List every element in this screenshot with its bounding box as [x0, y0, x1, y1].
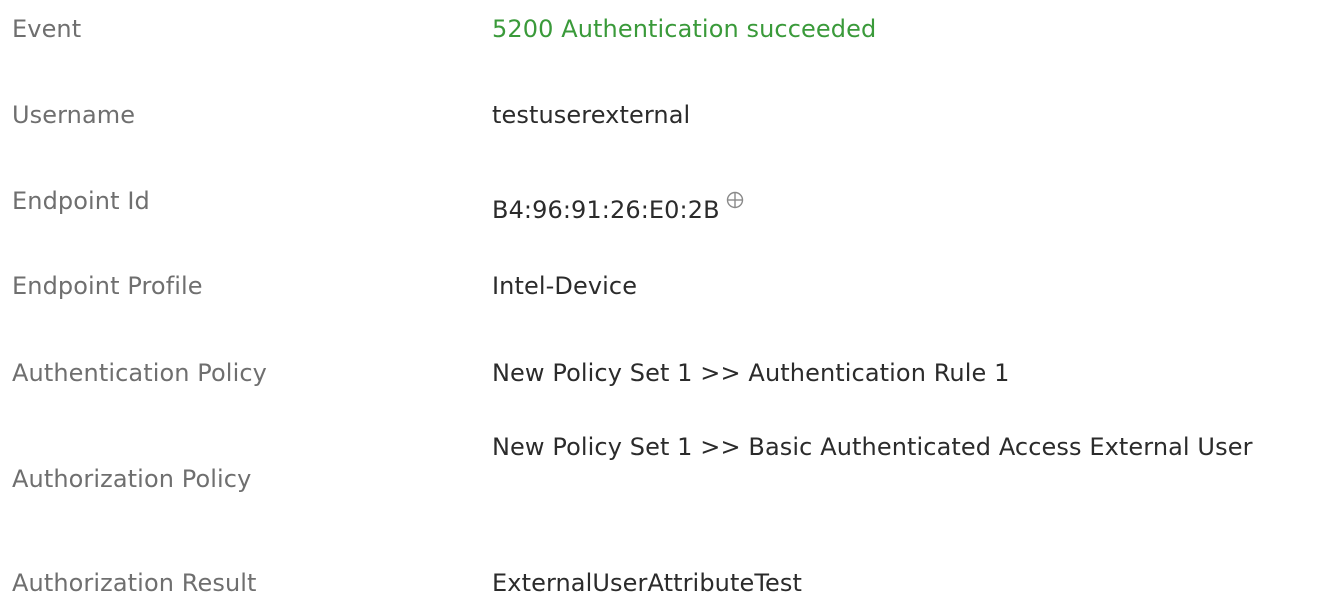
authorization-policy-label: Authorization Policy [12, 465, 252, 493]
authorization-result-label: Authorization Result [12, 569, 257, 597]
username-value: testuserexternal [492, 101, 691, 129]
authentication-policy-label: Authentication Policy [12, 359, 267, 387]
authorization-result-value: ExternalUserAttributeTest [492, 569, 803, 597]
authentication-details-panel: Event 5200 Authentication succeeded User… [0, 0, 1331, 599]
endpoint-profile-value: Intel-Device [492, 272, 638, 300]
endpoint-id-value: B4:96:91:26:E0:2B [492, 196, 720, 224]
endpoint-profile-label: Endpoint Profile [12, 272, 203, 300]
authentication-policy-value: New Policy Set 1 >> Authentication Rule … [492, 359, 1010, 387]
crosshair-icon[interactable] [726, 187, 744, 209]
event-label: Event [12, 15, 82, 43]
endpoint-id-cell: B4:96:91:26:E0:2B [492, 187, 744, 224]
username-label: Username [12, 101, 136, 129]
endpoint-id-label: Endpoint Id [12, 187, 150, 215]
authorization-policy-value: New Policy Set 1 >> Basic Authenticated … [492, 433, 1253, 461]
event-value: 5200 Authentication succeeded [492, 15, 877, 43]
